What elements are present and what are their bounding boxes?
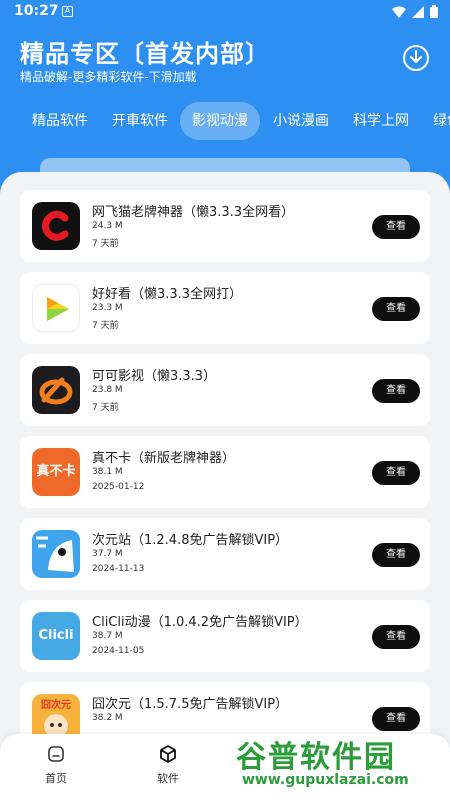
battery-icon bbox=[430, 5, 438, 18]
app-size: 38.2 M bbox=[92, 713, 123, 723]
view-button[interactable]: 查看 bbox=[372, 625, 420, 649]
watermark: 谷普软件园 www.gupuxlazai.com bbox=[236, 732, 444, 794]
category-tabs: 精品软件 开車软件 影视动漫 小说漫画 科学上网 绿色 bbox=[0, 102, 450, 142]
watermark-title: 谷普软件园 bbox=[236, 740, 396, 775]
app-size: 38.7 M bbox=[92, 631, 123, 641]
view-button[interactable]: 查看 bbox=[372, 215, 420, 239]
list-item[interactable]: 可可影视（懒3.3.3） 23.8 M 7 天前 查看 bbox=[20, 354, 430, 426]
tab-lvse[interactable]: 绿色 bbox=[421, 102, 450, 140]
signal-icon bbox=[412, 5, 424, 18]
view-button[interactable]: 查看 bbox=[372, 543, 420, 567]
header: 10:27 A 精品专区〔首发内部〕 精品破解-更多精彩软件-下滑加载 精品软件… bbox=[0, 0, 450, 200]
nav-home[interactable]: 首页 bbox=[26, 744, 86, 786]
app-date: 7 天前 bbox=[92, 321, 119, 331]
app-name: 可可影视（懒3.3.3） bbox=[92, 369, 217, 384]
app-name: 次元站（1.2.4.8免广告解锁VIP） bbox=[92, 533, 289, 548]
app-name: 囧次元（1.5.7.5免广告解锁VIP） bbox=[92, 697, 289, 712]
app-size: 24.3 M bbox=[92, 221, 123, 231]
list-item[interactable]: 网飞猫老牌神器（懒3.3.3全网看） 24.3 M 7 天前 查看 bbox=[20, 190, 430, 262]
view-button[interactable]: 查看 bbox=[372, 297, 420, 321]
nav-home-label: 首页 bbox=[45, 772, 67, 785]
nav-software[interactable]: 软件 bbox=[138, 744, 198, 786]
page-subtitle: 精品破解-更多精彩软件-下滑加载 bbox=[20, 70, 197, 84]
view-button[interactable]: 查看 bbox=[372, 379, 420, 403]
list-item[interactable]: Clicli CliCli动漫（1.0.4.2免广告解锁VIP） 38.7 M … bbox=[20, 600, 430, 672]
tab-jingpin[interactable]: 精品软件 bbox=[20, 102, 100, 140]
app-date: 2025-01-12 bbox=[92, 482, 145, 492]
cube-icon bbox=[160, 745, 176, 763]
list-item[interactable]: 真不卡 真不卡（新版老牌神器） 38.1 M 2025-01-12 查看 bbox=[20, 436, 430, 508]
jiongciyuan-icon-text: 囧次元 bbox=[41, 700, 71, 711]
download-icon[interactable] bbox=[402, 44, 430, 72]
clicli-icon-text: Clicli bbox=[38, 628, 74, 643]
view-button[interactable]: 查看 bbox=[372, 707, 420, 731]
keke-icon bbox=[32, 366, 80, 414]
a-box-icon: A bbox=[62, 6, 73, 17]
app-name: 好好看（懒3.3.3全网打） bbox=[92, 287, 243, 302]
zhenbuka-icon: 真不卡 bbox=[32, 448, 80, 496]
app-name: CliCli动漫（1.0.4.2免广告解锁VIP） bbox=[92, 615, 308, 630]
home-icon bbox=[48, 746, 64, 762]
tab-xiaoshuo[interactable]: 小说漫画 bbox=[261, 102, 341, 140]
app-name: 网飞猫老牌神器（懒3.3.3全网看） bbox=[92, 205, 295, 220]
app-date: 2024-11-13 bbox=[92, 564, 145, 574]
view-button[interactable]: 查看 bbox=[372, 461, 420, 485]
app-name: 真不卡（新版老牌神器） bbox=[92, 451, 236, 466]
tab-kexue[interactable]: 科学上网 bbox=[341, 102, 421, 140]
system-icons bbox=[392, 5, 438, 18]
list-item[interactable]: 次元站（1.2.4.8免广告解锁VIP） 37.7 M 2024-11-13 查… bbox=[20, 518, 430, 590]
zhenbuka-icon-text: 真不卡 bbox=[36, 464, 76, 479]
list-item[interactable]: 好好看（懒3.3.3全网打） 23.3 M 7 天前 查看 bbox=[20, 272, 430, 344]
clicli-icon: Clicli bbox=[32, 612, 80, 660]
watermark-url: www.gupuxlazai.com bbox=[242, 772, 409, 788]
app-date: 7 天前 bbox=[92, 239, 119, 249]
status-time: 10:27 bbox=[14, 3, 59, 19]
status-bar: 10:27 A bbox=[0, 0, 450, 24]
wifi-icon bbox=[392, 6, 406, 18]
app-list-sheet: 网飞猫老牌神器（懒3.3.3全网看） 24.3 M 7 天前 查看 好好看（懒3… bbox=[0, 172, 450, 800]
page-title: 精品专区〔首发内部〕 bbox=[20, 40, 270, 68]
netflix-cat-icon bbox=[32, 202, 80, 250]
nav-software-label: 软件 bbox=[157, 772, 179, 785]
tab-kaiche[interactable]: 开車软件 bbox=[100, 102, 180, 140]
app-size: 23.8 M bbox=[92, 385, 123, 395]
app-size: 38.1 M bbox=[92, 467, 123, 477]
app-size: 23.3 M bbox=[92, 303, 123, 313]
ciyuanzhan-icon bbox=[32, 530, 80, 578]
app-date: 7 天前 bbox=[92, 403, 119, 413]
app-date: 2024-11-05 bbox=[92, 646, 145, 656]
app-size: 37.7 M bbox=[92, 549, 123, 559]
tab-yingshi[interactable]: 影视动漫 bbox=[180, 102, 260, 140]
haohaokan-icon bbox=[32, 284, 80, 332]
